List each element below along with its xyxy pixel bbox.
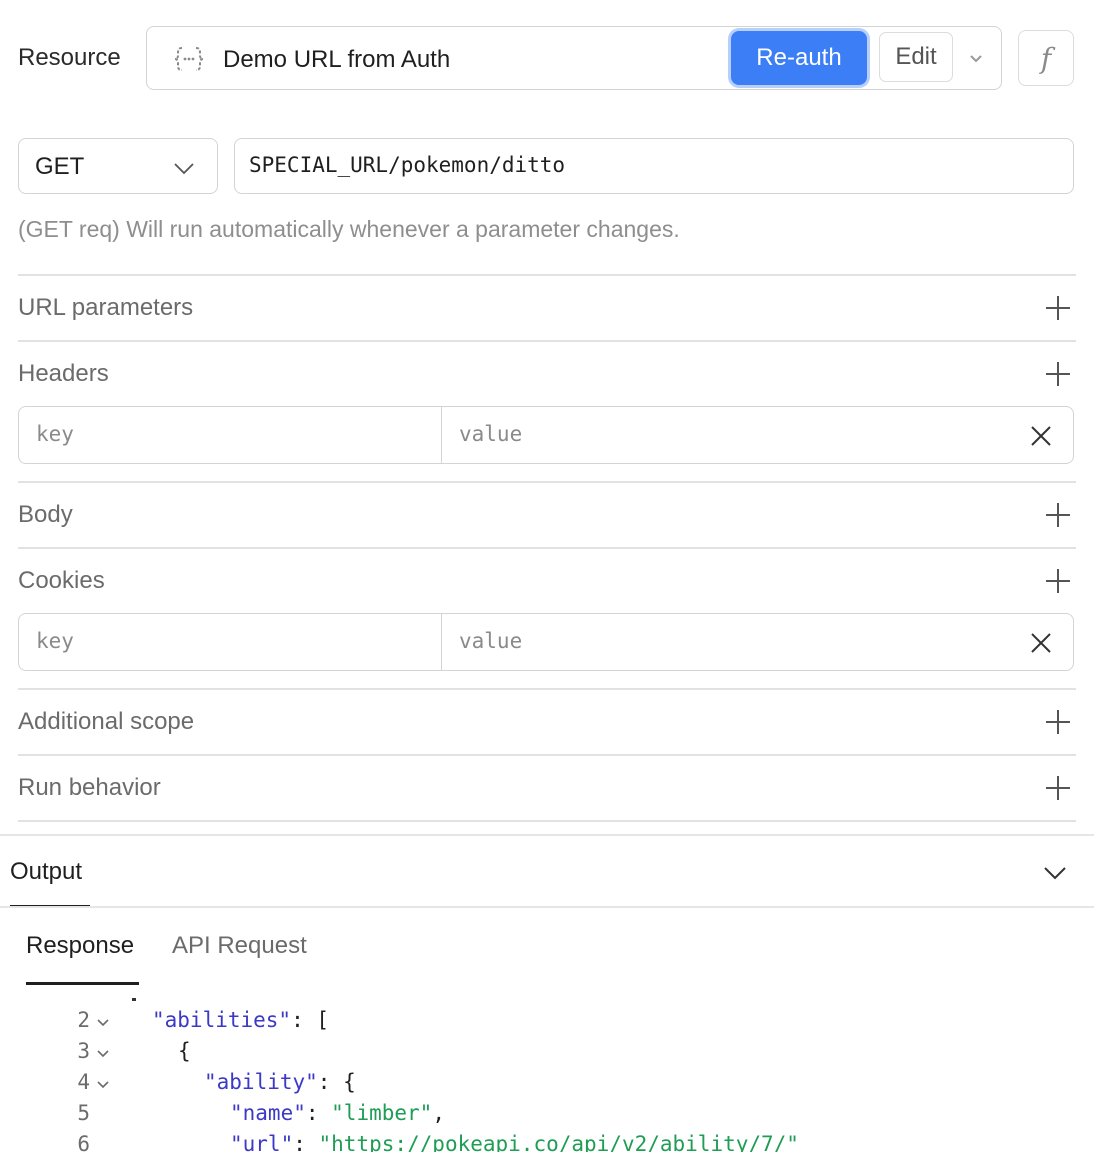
json-string: "limber" (331, 1101, 433, 1125)
output-divider (0, 906, 1094, 908)
cookie-value-field[interactable]: value (442, 614, 1002, 670)
resource-row: Resource Demo URL from Auth Re-auth Edit… (18, 26, 1076, 90)
output-title[interactable]: Output (10, 858, 82, 886)
run-hint: (GET req) Will run automatically wheneve… (18, 216, 680, 242)
json-punctuation: { (178, 1039, 191, 1063)
divider (18, 340, 1076, 342)
resource-label: Resource (18, 44, 121, 71)
code-text: "name": "limber", (230, 1101, 445, 1125)
resource-name: Demo URL from Auth (223, 46, 451, 73)
active-tab-indicator (26, 982, 139, 985)
line-number: 6 (77, 1132, 90, 1152)
tab-response[interactable]: Response (26, 932, 134, 960)
value-placeholder: value (459, 629, 523, 653)
divider (18, 274, 1076, 276)
json-punctuation: : { (317, 1070, 356, 1094)
output-separator (0, 834, 1094, 836)
header-key-field[interactable]: key (19, 407, 442, 463)
close-icon[interactable] (1029, 631, 1053, 655)
plus-icon[interactable] (1044, 708, 1072, 736)
chevron-down-icon[interactable] (1042, 862, 1068, 884)
function-button[interactable]: f (1018, 30, 1074, 86)
url-value: SPECIAL_URL/pokemon/ditto (249, 153, 566, 177)
response-code-viewer[interactable]: 2 "abilities": [3{4 "ability": {5 "name": "… (0, 996, 1094, 1152)
code-text: "abilities": [ (152, 1008, 329, 1032)
reauth-button[interactable]: Re-auth (731, 31, 867, 85)
header-value-field[interactable]: value (442, 407, 1002, 463)
method-select[interactable]: GET (18, 138, 218, 194)
chevron-down-icon (174, 163, 194, 175)
resource-select[interactable]: Demo URL from Auth Re-auth Edit (146, 26, 1002, 90)
chevron-down-icon[interactable] (965, 47, 987, 69)
section-url-parameters[interactable]: URL parameters (18, 294, 193, 322)
code-text: "url": "https://pokeapi.co/api/v2/abilit… (230, 1132, 799, 1152)
plus-icon[interactable] (1044, 501, 1072, 529)
divider (18, 547, 1076, 549)
section-body[interactable]: Body (18, 501, 73, 529)
json-punctuation: , (432, 1101, 445, 1125)
json-key: "url" (230, 1132, 294, 1152)
close-icon[interactable] (1029, 424, 1053, 448)
plus-icon[interactable] (1044, 774, 1072, 802)
json-key: "name" (230, 1101, 306, 1125)
json-key: "abilities" (152, 1008, 292, 1032)
plus-icon[interactable] (1044, 294, 1072, 322)
section-additional-scope[interactable]: Additional scope (18, 708, 194, 736)
divider (18, 688, 1076, 690)
divider (18, 754, 1076, 756)
fold-chevron-icon[interactable] (96, 1018, 110, 1028)
line-number: 3 (77, 1039, 90, 1063)
fold-chevron-icon[interactable] (96, 1080, 110, 1090)
method-value: GET (35, 153, 85, 180)
value-placeholder: value (459, 422, 523, 446)
section-headers[interactable]: Headers (18, 360, 109, 388)
json-punctuation: : (305, 1101, 332, 1125)
braces-icon (174, 47, 204, 71)
json-punctuation: : (293, 1132, 319, 1152)
key-placeholder: key (36, 629, 74, 653)
url-input[interactable]: SPECIAL_URL/pokemon/ditto (234, 138, 1074, 194)
code-line: 4 "ability": { (0, 1070, 1094, 1101)
cookie-kv-row: key value (18, 613, 1074, 671)
line-number: 5 (77, 1101, 90, 1125)
header-kv-row: key value (18, 406, 1074, 464)
json-punctuation: : [ (291, 1008, 330, 1032)
cookie-key-field[interactable]: key (19, 614, 442, 670)
line-number: 2 (77, 1008, 90, 1032)
code-line: 6 "url": "https://pokeapi.co/api/v2/abili… (0, 1132, 1094, 1152)
plus-icon[interactable] (1044, 360, 1072, 388)
divider (18, 481, 1076, 483)
divider (18, 820, 1076, 822)
tab-api-request[interactable]: API Request (172, 932, 307, 960)
section-run-behavior[interactable]: Run behavior (18, 774, 161, 802)
edit-button[interactable]: Edit (879, 32, 953, 82)
code-text: "ability": { (204, 1070, 356, 1094)
section-cookies[interactable]: Cookies (18, 567, 105, 595)
line-number: 4 (77, 1070, 90, 1094)
code-line: 2 "abilities": [ (0, 1008, 1094, 1039)
plus-icon[interactable] (1044, 567, 1072, 595)
code-line: 3{ (0, 1039, 1094, 1070)
code-line: 5 "name": "limber", (0, 1101, 1094, 1132)
fold-chevron-icon[interactable] (96, 1049, 110, 1059)
code-text: { (178, 1039, 191, 1063)
json-string: "https://pokeapi.co/api/v2/ability/7/" (318, 1132, 799, 1152)
key-placeholder: key (36, 422, 74, 446)
json-key: "ability" (204, 1070, 318, 1094)
